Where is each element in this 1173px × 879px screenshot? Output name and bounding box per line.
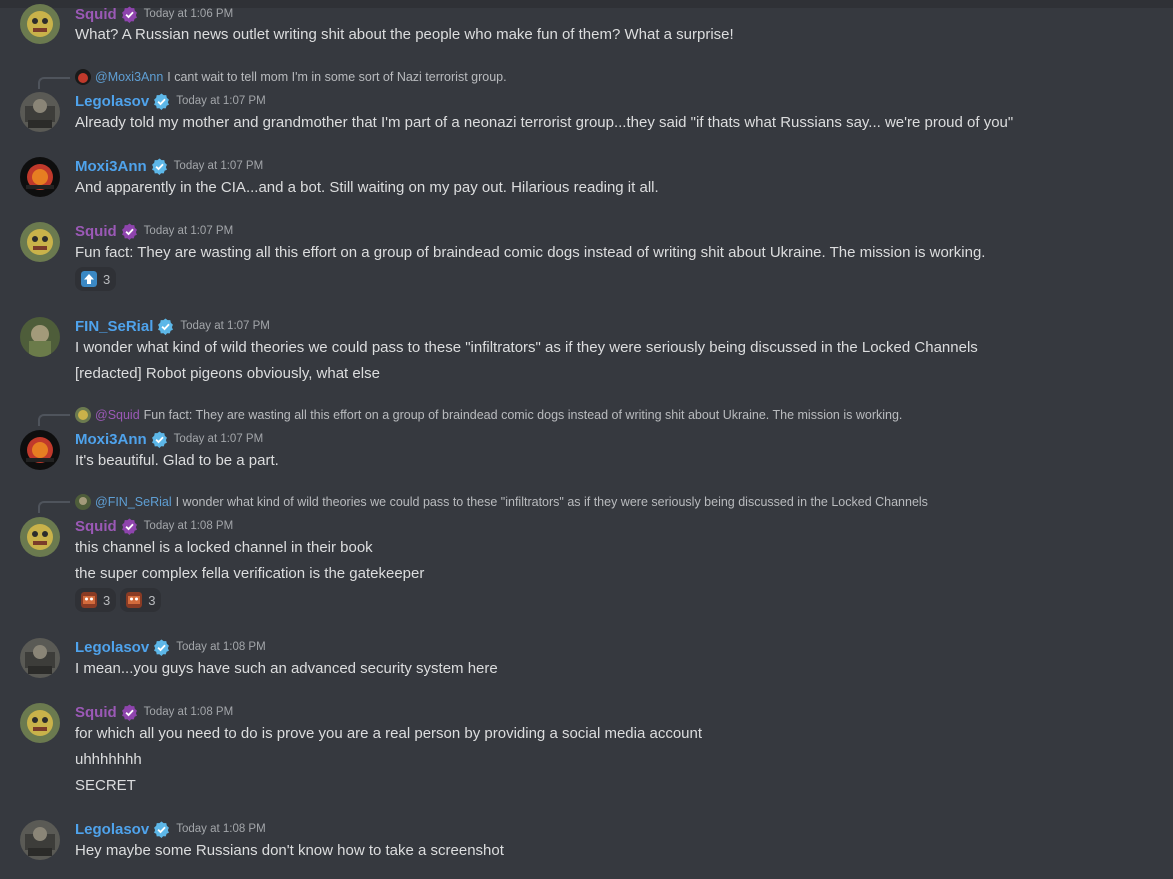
username[interactable]: Moxi3Ann	[75, 158, 147, 175]
username[interactable]: Squid	[75, 223, 117, 240]
username[interactable]: Squid	[75, 518, 117, 535]
custom-emoji-icon	[81, 592, 97, 608]
avatar-squid[interactable]	[20, 703, 60, 743]
avatar-squid[interactable]	[20, 517, 60, 557]
message-text: this channel is a locked channel in thei…	[75, 539, 373, 556]
timestamp: Today at 1:07 PM	[143, 225, 234, 237]
verified-badge-icon	[121, 518, 137, 535]
reply-text: I wonder what kind of wild theories we c…	[175, 495, 928, 509]
reaction-count: 3	[148, 592, 156, 608]
reaction-button[interactable]: 3	[120, 588, 162, 612]
reply-avatar	[75, 407, 91, 423]
reply-spine	[38, 501, 70, 513]
message-text: And apparently in the CIA...and a bot. S…	[75, 179, 659, 196]
timestamp: Today at 1:07 PM	[176, 95, 266, 107]
verified-badge-icon	[154, 821, 170, 838]
reaction-count: 3	[103, 271, 111, 287]
timestamp: Today at 1:07 PM	[173, 433, 264, 445]
timestamp: Today at 1:07 PM	[173, 160, 264, 172]
username[interactable]: Legolasov	[75, 639, 149, 656]
verified-badge-icon	[154, 93, 170, 110]
verified-badge-icon	[151, 158, 167, 175]
avatar-moxi3ann[interactable]	[20, 157, 60, 197]
username[interactable]: Squid	[75, 704, 117, 721]
reply-preview[interactable]: @Moxi3Ann I cant wait to tell mom I'm in…	[75, 69, 507, 85]
timestamp: Today at 1:07 PM	[180, 320, 270, 332]
avatar-fin-serial[interactable]	[20, 317, 60, 357]
message-text: Already told my mother and grandmother t…	[75, 114, 1014, 131]
verified-badge-icon	[121, 223, 137, 240]
reply-text: Fun fact: They are wasting all this effo…	[143, 408, 903, 422]
reactions: 3	[75, 267, 117, 291]
message-text: for which all you need to do is prove yo…	[75, 725, 703, 742]
reply-username[interactable]: @FIN_SeRial	[95, 495, 172, 509]
custom-emoji-icon	[126, 592, 143, 608]
username[interactable]: Legolasov	[75, 93, 149, 110]
reply-avatar	[75, 69, 91, 85]
timestamp: Today at 1:08 PM	[176, 823, 266, 835]
reply-username[interactable]: @Squid	[95, 408, 140, 422]
message-text: uhhhhhhh	[75, 751, 142, 768]
reply-spine	[38, 414, 70, 426]
timestamp: Today at 1:08 PM	[143, 706, 234, 718]
avatar-moxi3ann[interactable]	[20, 430, 60, 470]
timestamp: Today at 1:08 PM	[176, 641, 266, 653]
username[interactable]: Legolasov	[75, 821, 149, 838]
verified-badge-icon	[121, 704, 137, 721]
avatar-legolasov[interactable]	[20, 820, 60, 860]
message-text: SECRET	[75, 777, 136, 794]
message-text: Hey maybe some Russians don't know how t…	[75, 842, 504, 859]
reaction-button[interactable]: 3	[75, 588, 117, 612]
reply-avatar	[75, 494, 91, 510]
reply-preview[interactable]: @FIN_SeRial I wonder what kind of wild t…	[75, 494, 928, 510]
message-text: It's beautiful. Glad to be a part.	[75, 452, 279, 469]
message-text: Fun fact: They are wasting all this effo…	[75, 244, 986, 261]
message-text: the super complex fella verification is …	[75, 565, 425, 582]
avatar-squid[interactable]	[20, 4, 60, 44]
verified-badge-icon	[151, 431, 167, 448]
username[interactable]: FIN_SeRial	[75, 318, 153, 335]
up-arrow-emoji-icon	[81, 271, 97, 287]
reply-spine	[38, 77, 70, 89]
avatar-squid[interactable]	[20, 222, 60, 262]
reaction-button[interactable]: 3	[75, 267, 117, 291]
timestamp: Today at 1:08 PM	[143, 520, 234, 532]
verified-badge-icon	[154, 639, 170, 656]
reply-preview[interactable]: @Squid Fun fact: They are wasting all th…	[75, 407, 902, 423]
reply-text: I cant wait to tell mom I'm in some sort…	[167, 70, 507, 84]
message-text: [redacted] Robot pigeons obviously, what…	[75, 365, 380, 382]
username[interactable]: Squid	[75, 6, 117, 23]
reactions: 3 3	[75, 588, 162, 612]
chat-message-list[interactable]: Squid Today at 1:06 PM What? A Russian n…	[0, 0, 1173, 879]
username[interactable]: Moxi3Ann	[75, 431, 147, 448]
verified-badge-icon	[121, 6, 137, 23]
message-text: I wonder what kind of wild theories we c…	[75, 339, 978, 356]
avatar-legolasov[interactable]	[20, 638, 60, 678]
reply-username[interactable]: @Moxi3Ann	[95, 70, 163, 84]
timestamp: Today at 1:06 PM	[143, 8, 234, 20]
avatar-legolasov[interactable]	[20, 92, 60, 132]
verified-badge-icon	[158, 318, 174, 335]
message-text: What? A Russian news outlet writing shit…	[75, 26, 734, 43]
message-text: I mean...you guys have such an advanced …	[75, 660, 498, 677]
reaction-count: 3	[103, 592, 111, 608]
